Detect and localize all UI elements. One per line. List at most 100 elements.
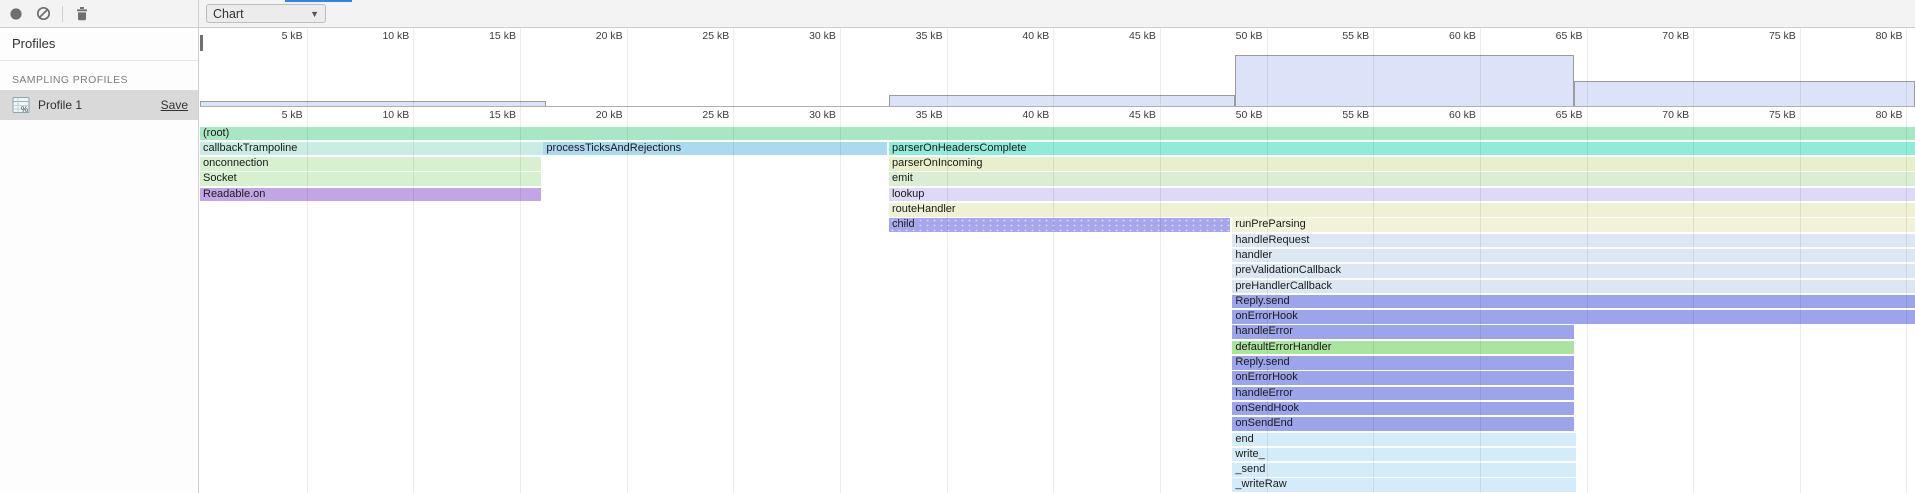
ruler-tick-label: 65 kB [1513,30,1583,42]
flame-bar[interactable]: onSendEnd [1232,417,1573,431]
gridline [947,28,948,106]
clear-profiles-button[interactable] [35,6,51,22]
flame-bar[interactable]: onSendHook [1232,402,1573,416]
overview-range-handle[interactable] [200,35,203,51]
gridline [413,124,414,493]
gridline [1160,124,1161,493]
gridline [840,107,841,124]
flame-bar[interactable]: _writeRaw [1232,478,1575,492]
toolbar: Chart ▼ [0,0,1915,28]
flame-chart-ruler: 5 kB10 kB15 kB20 kB25 kB30 kB35 kB40 kB4… [200,107,1915,124]
ruler-tick-label: 25 kB [659,107,729,124]
ruler-tick-label: 10 kB [339,107,409,124]
gridline [1800,124,1801,493]
flame-bar[interactable]: handleRequest [1232,234,1915,248]
memory-overview-pane[interactable]: 5 kB10 kB15 kB20 kB25 kB30 kB35 kB40 kB4… [200,28,1915,107]
flame-bar[interactable]: callbackTrampoline [200,142,543,156]
view-mode-dropdown[interactable]: Chart ▼ [206,4,326,23]
gridline [1160,28,1161,106]
flame-bar[interactable]: processTicksAndRejections [543,142,886,156]
flame-bar[interactable]: _send [1232,463,1575,477]
ruler-tick-label: 15 kB [446,30,516,42]
svg-text:%: % [21,105,28,114]
gridline [1267,124,1268,493]
ruler-tick-label: 20 kB [553,107,623,124]
flame-chart: (root)callbackTrampolineprocessTicksAndR… [200,124,1915,493]
flame-bar[interactable]: onErrorHook [1232,371,1573,385]
flame-bar[interactable]: onconnection [200,157,541,171]
delete-profile-button[interactable] [74,6,90,22]
flame-bar[interactable]: (root) [200,127,1915,141]
gridline [627,124,628,493]
flame-bar[interactable]: preValidationCallback [1232,264,1915,278]
ruler-tick-label: 75 kB [1726,107,1796,124]
gridline [1373,124,1374,493]
gridline [733,124,734,493]
profile-name: Profile 1 [38,98,161,112]
sidebar-section-header: SAMPLING PROFILES [0,70,198,90]
ruler-tick-label: 5 kB [233,107,303,124]
overview-usage-segment [889,95,1235,106]
block-icon [36,6,51,21]
flame-bar[interactable]: emit [889,172,1915,186]
view-mode-value: Chart [213,7,310,21]
ruler-tick-label: 80 kB [1832,107,1902,124]
flame-bar[interactable]: child [889,218,1230,232]
gridline [1800,28,1801,106]
gridline [1053,28,1054,106]
gridline [1906,124,1907,493]
flame-bar[interactable]: onErrorHook [1232,310,1915,324]
toolbar-main-section: Chart ▼ [200,0,1915,27]
flame-bar[interactable]: preHandlerCallback [1232,280,1915,294]
profile-icon: % [12,96,30,114]
ruler-tick-label: 70 kB [1619,30,1689,42]
flame-bar[interactable]: parserOnHeadersComplete [889,142,1915,156]
flame-bar[interactable]: handler [1232,249,1915,263]
flame-bar[interactable]: lookup [889,188,1915,202]
gridline [1800,107,1801,124]
gridline [627,28,628,106]
flame-bar[interactable]: Reply.send [1232,356,1573,370]
flame-bar[interactable]: handleError [1232,387,1573,401]
gridline [520,107,521,124]
ruler-tick-label: 40 kB [979,107,1049,124]
gridline [1267,28,1268,106]
record-icon [9,7,23,21]
gridline [1587,28,1588,106]
ruler-tick-label: 75 kB [1726,30,1796,42]
ruler-tick-label: 45 kB [1086,107,1156,124]
gridline [307,28,308,106]
ruler-tick-label: 30 kB [766,107,836,124]
gridline [520,124,521,493]
sidebar-title: Profiles [0,28,198,61]
save-profile-link[interactable]: Save [161,98,188,112]
gridline [520,28,521,106]
ruler-tick-label: 35 kB [873,30,943,42]
flame-bar[interactable]: Reply.send [1232,295,1915,309]
overview-usage-segment [200,101,546,106]
gridline [733,107,734,124]
gridline [1373,107,1374,124]
flame-bar[interactable]: runPreParsing [1232,218,1915,232]
gridline [1267,107,1268,124]
record-button[interactable] [8,6,24,22]
gridline [840,28,841,106]
ruler-tick-label: 80 kB [1832,30,1902,42]
gridline [840,124,841,493]
ruler-tick-label: 40 kB [979,30,1049,42]
gridline [1480,124,1481,493]
flame-bar[interactable]: write_ [1232,448,1575,462]
sidebar-item-profile-1[interactable]: % Profile 1 Save [0,90,198,120]
gridline [1053,124,1054,493]
flame-bar[interactable]: parserOnIncoming [889,157,1915,171]
flame-bar[interactable]: handleError [1232,325,1573,339]
flame-bar[interactable]: defaultErrorHandler [1232,341,1573,355]
gridline [307,124,308,493]
gridline [947,107,948,124]
flame-bar[interactable]: routeHandler [889,203,1915,217]
ruler-tick-label: 15 kB [446,107,516,124]
flame-bar[interactable]: Socket [200,172,541,186]
ruler-tick-label: 65 kB [1513,107,1583,124]
flame-bar[interactable]: Readable.on [200,188,541,202]
flame-bar[interactable]: end [1232,433,1575,447]
